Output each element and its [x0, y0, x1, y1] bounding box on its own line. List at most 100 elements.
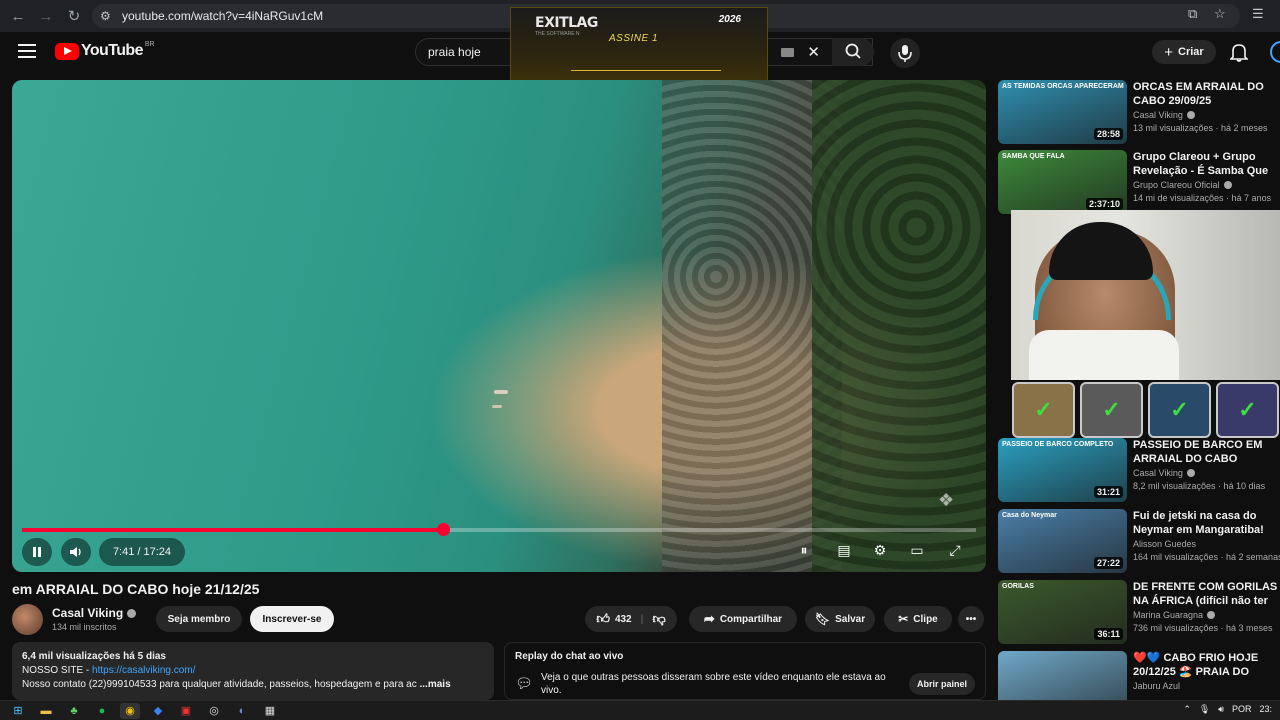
channel-avatar[interactable] — [12, 604, 43, 635]
ad-tagline: THE SOFTWARE N — [535, 31, 580, 37]
open-panel-button[interactable]: Abrir painel — [908, 673, 975, 695]
recommendation-channel: Marina Guaragna — [1133, 610, 1216, 620]
volume-tray-icon[interactable]: 🔊︎ — [1218, 704, 1224, 715]
create-label: Criar — [1178, 46, 1204, 58]
language-indicator[interactable]: POR — [1232, 704, 1252, 715]
duration-badge: 31:21 — [1093, 486, 1123, 498]
divider: | — [640, 613, 644, 625]
recommendation-title[interactable]: ORCAS EM ARRAIAL DO CABO 29/09/25 — [1133, 80, 1280, 108]
recommendation-thumbnail[interactable]: SAMBA QUE FALA 2:37:10 — [998, 150, 1127, 214]
subtitles-icon[interactable]: ▤ — [833, 542, 855, 562]
chrome-menu-icon[interactable]: ☰ — [1252, 6, 1264, 22]
join-button[interactable]: Seja membro — [156, 606, 242, 632]
progress-bar[interactable] — [22, 523, 976, 536]
subscribe-button[interactable]: Inscrever-se — [250, 606, 334, 632]
save-button[interactable]: 🔖︎ Salvar — [805, 606, 875, 632]
like-count[interactable]: 432 — [615, 614, 632, 625]
search-button[interactable] — [832, 38, 874, 66]
progress-scrubber[interactable] — [436, 523, 450, 536]
exitlag-ad-overlay[interactable]: EXITLAG THE SOFTWARE N 2026 ASSINE 1 — [510, 7, 768, 81]
recommendation-title[interactable]: ❤️💙 CABO FRIO HOJE 20/12/25 🏖️ PRAIA DO … — [1133, 651, 1280, 679]
share-button[interactable]: ➦ Compartilhar — [689, 606, 797, 632]
file-explorer-icon[interactable]: ▬ — [36, 703, 56, 719]
theater-mode-icon[interactable]: ▭ — [906, 542, 928, 562]
recommendation-item[interactable]: SAMBA QUE FALA 2:37:10 Grupo Clareou + Gru… — [998, 150, 1280, 214]
app-icon[interactable]: ▣ — [176, 703, 196, 719]
fullscreen-icon[interactable]: ⤢ — [944, 542, 966, 562]
time-display: 7:41 / 17:24 — [99, 538, 185, 566]
autoplay-toggle-icon[interactable]: ⏸ — [793, 542, 815, 562]
recommendation-item[interactable]: PASSEIO DE BARCO COMPLETO 31:21 PASSEIO DE… — [998, 438, 1280, 502]
youtube-logo[interactable]: YouTube BR — [55, 41, 155, 60]
more-actions-button[interactable]: ••• — [958, 606, 984, 632]
pause-button[interactable] — [22, 538, 52, 566]
search-input[interactable]: praia hoje — [428, 45, 481, 59]
site-line: NOSSO SITE - https://casalviking.com/ — [22, 664, 484, 678]
plus-icon: + — [1164, 43, 1174, 61]
back-arrow-icon[interactable]: ← — [4, 2, 32, 30]
cast-icon[interactable]: ⧉ — [1188, 6, 1197, 22]
recommendation-thumbnail[interactable]: GORILAS 36:11 — [998, 580, 1127, 644]
like-dislike-group: 👍︎ 432 | 👎︎ — [585, 606, 677, 632]
site-settings-icon[interactable]: ⚙ — [100, 9, 120, 23]
notifications-bell-icon[interactable] — [1229, 42, 1249, 67]
mic-tray-icon[interactable]: 🎙︎ — [1199, 704, 1210, 715]
recommendation-item[interactable]: Casa do Neymar 27:22 Fui de jetski na casa… — [998, 509, 1280, 573]
voice-search-button[interactable] — [890, 38, 920, 68]
app-icon[interactable]: ◆ — [148, 703, 168, 719]
clip-label: Clipe — [913, 613, 938, 625]
site-link[interactable]: https://casalviking.com/ — [92, 665, 195, 676]
recommendation-item[interactable]: GORILAS 36:11 DE FRENTE COM GORILAS NA ÁFR… — [998, 580, 1280, 644]
recommendation-title[interactable]: Grupo Clareou + Grupo Revelação - É Samb… — [1133, 150, 1280, 178]
recommendation-channel: Alisson Guedes — [1133, 539, 1196, 549]
progress-played — [22, 528, 443, 532]
channel-watermark-icon[interactable]: ❖ — [938, 490, 972, 512]
video-swimmer — [492, 405, 502, 408]
forward-arrow-icon[interactable]: → — [32, 2, 60, 30]
clock[interactable]: 23: — [1259, 704, 1272, 715]
windows-start-icon[interactable]: ⊞ — [8, 703, 28, 719]
reload-icon[interactable]: ↻ — [60, 2, 88, 30]
discord-icon[interactable]: ◐ — [232, 703, 252, 719]
recommendation-item[interactable]: AS TEMIDAS ORCAS APARECERAM 28:58 ORCAS EM… — [998, 80, 1280, 144]
video-player[interactable]: ❖ 7:41 / 17:24 ⏸ ▤ ⚙ ▭ ⤢ — [12, 80, 986, 572]
dislike-thumb-icon[interactable]: 👎︎ — [652, 611, 665, 627]
app-icon[interactable]: ◎ — [204, 703, 224, 719]
channel-name[interactable]: Casal Viking — [52, 606, 123, 620]
bookmark-star-icon[interactable]: ☆ — [1214, 6, 1226, 22]
spotify-icon[interactable]: ● — [92, 703, 112, 719]
app-icon[interactable]: ♣ — [64, 703, 84, 719]
recommendation-thumbnail[interactable]: Casa do Neymar 27:22 — [998, 509, 1127, 573]
clip-button[interactable]: ✂ Clipe — [884, 606, 952, 632]
thumbnail-text: SAMBA QUE FALA — [1002, 153, 1065, 160]
account-avatar[interactable] — [1270, 41, 1280, 63]
tray-arrow-icon[interactable]: ⌃ — [1183, 704, 1191, 715]
recommendation-thumbnail[interactable]: PASSEIO DE BARCO COMPLETO 31:21 — [998, 438, 1127, 502]
recommendation-thumbnail[interactable]: AS TEMIDAS ORCAS APARECERAM 28:58 — [998, 80, 1127, 144]
recommendation-channel: Grupo Clareou Oficial — [1133, 180, 1232, 190]
chrome-icon[interactable]: ◉ — [120, 702, 140, 719]
duration-badge: 2:37:10 — [1085, 198, 1123, 210]
description-box[interactable]: 6,4 mil visualizações há 5 dias NOSSO SI… — [12, 642, 494, 700]
clear-search-icon[interactable]: ✕ — [807, 43, 820, 61]
recommendation-title[interactable]: Fui de jetski na casa do Neymar em Manga… — [1133, 509, 1280, 537]
hamburger-menu-icon[interactable] — [18, 44, 36, 58]
ad-brand: EXITLAG — [535, 15, 598, 31]
recommendation-views: 164 mil visualizações · há 2 semanas — [1133, 552, 1280, 562]
ad-cta[interactable]: ASSINE 1 — [609, 33, 658, 44]
volume-icon — [70, 547, 81, 557]
app-icon[interactable]: ▦ — [260, 703, 280, 719]
recommendation-title[interactable]: PASSEIO DE BARCO EM ARRAIAL DO CABO 15/1… — [1133, 438, 1280, 466]
check-badge-icon: ✓ — [1148, 382, 1211, 438]
settings-gear-icon[interactable]: ⚙ — [869, 542, 891, 562]
check-badge-icon: ✓ — [1216, 382, 1279, 438]
volume-button[interactable] — [61, 538, 91, 566]
more-link[interactable]: ...mais — [420, 679, 451, 690]
subscriber-count: 134 mil inscritos — [52, 622, 117, 632]
keyboard-icon[interactable] — [781, 48, 794, 57]
recommendation-title[interactable]: DE FRENTE COM GORILAS NA ÁFRICA (difícil… — [1133, 580, 1280, 608]
create-button[interactable]: + Criar — [1152, 40, 1216, 64]
logo-text: YouTube — [81, 42, 143, 59]
like-thumb-icon[interactable]: 👍︎ — [596, 611, 610, 627]
check-badge-icon: ✓ — [1080, 382, 1143, 438]
